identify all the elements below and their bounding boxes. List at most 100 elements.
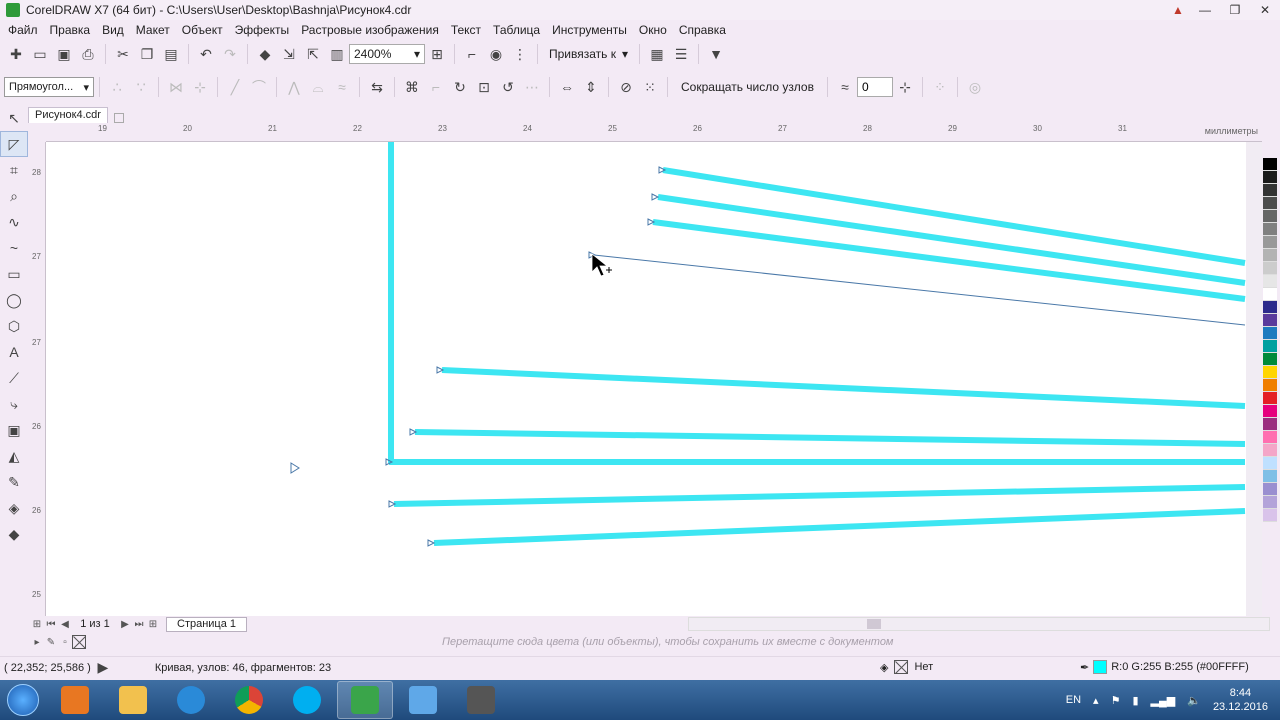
palette-swatch[interactable] [1263,509,1277,522]
palette-swatch[interactable] [1263,366,1277,379]
curve-segment-thin[interactable] [593,254,1246,326]
palette-options-icon[interactable]: ▫ [58,637,72,648]
network-icon[interactable]: ▂▄▆ [1151,694,1176,707]
palette-swatch[interactable] [1263,457,1277,470]
add-page-after-icon[interactable]: ⊞ [146,619,160,630]
mirror-horizontal-icon[interactable]: ⇔ [555,75,579,99]
export-icon[interactable]: ⇱ [301,42,325,66]
reverse-direction-icon[interactable]: ⇆ [365,75,389,99]
palette-swatch[interactable] [1263,210,1277,223]
show-grid-icon[interactable]: ◉ [484,42,508,66]
curve-segment[interactable] [657,194,1246,286]
smooth-node-icon[interactable]: ⌓ [306,75,330,99]
horizontal-scrollbar[interactable] [688,617,1270,631]
palette-swatch[interactable] [1263,483,1277,496]
break-curve-icon[interactable]: ⊹ [188,75,212,99]
horizontal-ruler[interactable]: 19 20 21 22 23 24 25 26 27 28 29 30 31 м… [46,124,1262,142]
taskbar-camera[interactable] [453,681,509,719]
paste-icon[interactable]: ▤ [159,42,183,66]
show-hidden-icons-icon[interactable]: ▴ [1093,694,1099,707]
connector-tool-icon[interactable]: ⤷ [0,391,28,417]
reduce-nodes-button[interactable]: Сокращать число узлов [673,80,822,94]
maximize-button[interactable]: ❐ [1220,0,1250,20]
search-content-icon[interactable]: ◆ [253,42,277,66]
drop-shadow-icon[interactable]: ▣ [0,417,28,443]
fill-indicator[interactable]: ◈ Нет [880,660,933,674]
expand-palette-icon[interactable]: ▸ [30,637,44,648]
taskbar-explorer[interactable] [105,681,161,719]
palette-swatch[interactable] [1263,184,1277,197]
close-curve-icon[interactable]: ↻ [448,75,472,99]
snap-to-dropdown[interactable]: Привязать к ▾ [543,47,634,61]
node-marker[interactable] [651,193,660,201]
menu-view[interactable]: Вид [96,23,130,37]
menu-layout[interactable]: Макет [130,23,176,37]
palette-swatch[interactable] [1263,444,1277,457]
palette-swatch[interactable] [1263,158,1277,171]
curve-segment[interactable] [414,429,1246,447]
new-tab-icon[interactable] [113,113,124,123]
palette-swatch[interactable] [1263,405,1277,418]
shape-tool-icon[interactable]: ◸ [0,131,28,157]
palette-swatch[interactable] [1263,392,1277,405]
palette-swatch[interactable] [1263,171,1277,184]
status-toggle-icon[interactable]: ▶ [91,656,115,680]
language-indicator[interactable]: EN [1066,694,1081,706]
align-nodes-icon[interactable]: ⋯ [520,75,544,99]
palette-swatch[interactable] [1263,418,1277,431]
menu-table[interactable]: Таблица [487,23,546,37]
palette-swatch[interactable] [1263,470,1277,483]
drawing-canvas[interactable] [46,142,1262,616]
close-button[interactable]: ✕ [1250,0,1280,20]
palette-swatch[interactable] [1263,236,1277,249]
menu-object[interactable]: Объект [176,23,229,37]
save-icon[interactable]: ▣ [52,42,76,66]
to-line-icon[interactable]: ╱ [223,75,247,99]
taskbar-internet-explorer[interactable] [163,681,219,719]
elastic-mode-icon[interactable]: ⊘ [614,75,638,99]
palette-swatch[interactable] [1263,496,1277,509]
ruler-origin[interactable] [30,124,46,142]
taskbar-media-player[interactable] [47,681,103,719]
copy-icon[interactable]: ❐ [135,42,159,66]
polygon-tool-icon[interactable]: ⬡ [0,313,28,339]
start-button[interactable] [0,680,46,720]
color-eyedropper-icon[interactable]: ✎ [0,469,28,495]
taskbar-skype[interactable] [279,681,335,719]
battery-icon[interactable]: ▮ [1132,694,1138,707]
palette-swatch[interactable] [1263,223,1277,236]
show-rulers-icon[interactable]: ⌐ [460,42,484,66]
curve-segment[interactable] [441,367,1246,409]
menu-edit[interactable]: Правка [44,23,97,37]
freehand-tool-icon[interactable]: ∿ [0,209,28,235]
options-icon[interactable]: ☰ [669,42,693,66]
last-page-icon[interactable]: ⏭ [132,619,146,630]
shape-type-dropdown[interactable]: Прямоугол... ▾ [4,77,94,97]
curve-smoothness-input[interactable] [856,77,893,97]
to-curve-icon[interactable]: ⌒ [247,75,271,99]
add-node-icon[interactable]: ∴ [105,75,129,99]
palette-swatch[interactable] [1263,314,1277,327]
eyedropper-icon[interactable]: ✎ [44,637,58,648]
palette-swatch[interactable] [1263,353,1277,366]
mirror-vertical-icon[interactable]: ⇕ [579,75,603,99]
publish-pdf-icon[interactable]: ▥ [325,42,349,66]
menu-effects[interactable]: Эффекты [229,23,296,37]
clock[interactable]: 8:44 23.12.2016 [1213,686,1268,714]
extract-subpath-icon[interactable]: ⌘ [400,75,424,99]
taskbar-coreldraw[interactable] [337,681,393,719]
palette-swatch[interactable] [1263,340,1277,353]
zoom-level-select[interactable]: 2400% ▾ [349,44,425,64]
vertical-scrollbar[interactable] [1246,142,1262,616]
join-nodes-icon[interactable]: ⋈ [164,75,188,99]
no-color-swatch[interactable] [72,635,86,649]
import-icon[interactable]: ⇲ [277,42,301,66]
menu-file[interactable]: Файл [2,23,44,37]
rotate-nodes-icon[interactable]: ↺ [496,75,520,99]
palette-swatch[interactable] [1263,249,1277,262]
minimize-button[interactable]: — [1190,0,1220,20]
user-icon[interactable]: ▲ [1166,0,1190,20]
palette-swatch[interactable] [1263,262,1277,275]
parallel-dimension-icon[interactable]: ⟋ [0,365,28,391]
node-marker[interactable] [290,462,300,474]
